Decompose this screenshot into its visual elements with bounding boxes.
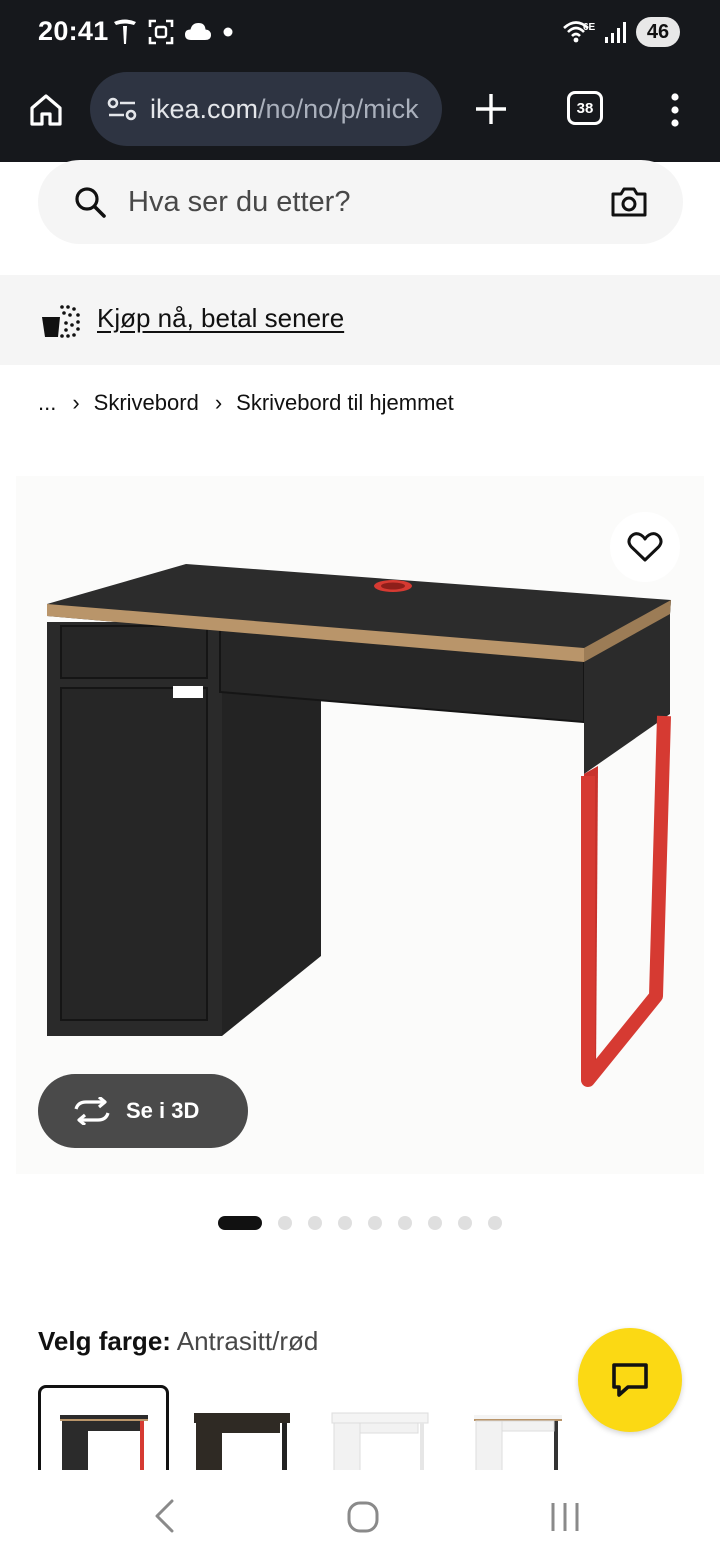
carousel-dot[interactable] — [218, 1216, 262, 1230]
chevron-right-icon: › — [72, 390, 80, 415]
url-domain: ikea.com — [150, 93, 259, 124]
carousel-dot[interactable] — [278, 1216, 292, 1230]
breadcrumb-item-desks[interactable]: Skrivebord — [94, 390, 199, 416]
color-swatch-white[interactable] — [314, 1385, 445, 1470]
search-input[interactable] — [128, 178, 588, 226]
desk-thumbnail-white — [331, 1412, 428, 1470]
url-text: ikea.com/no/no/p/mick — [150, 94, 419, 125]
breadcrumb-item-home-desks[interactable]: Skrivebord til hjemmet — [236, 390, 454, 416]
color-swatch-white-oak[interactable] — [452, 1385, 583, 1470]
carousel-dot[interactable] — [398, 1216, 412, 1230]
shopping-bag-dots-icon — [42, 305, 80, 338]
tab-switcher-button[interactable]: 38 — [567, 91, 603, 125]
color-label-text: Velg farge: — [38, 1326, 171, 1356]
view-in-3d-button[interactable]: Se i 3D — [38, 1074, 248, 1148]
carousel-dot[interactable] — [338, 1216, 352, 1230]
home-button[interactable] — [22, 86, 70, 134]
color-swatch-anthracite-red[interactable] — [38, 1385, 169, 1470]
more-vertical-icon — [671, 93, 679, 127]
color-swatch-list — [38, 1385, 590, 1470]
recent-apps-icon[interactable] — [548, 1500, 582, 1534]
product-image[interactable]: Se i 3D — [16, 476, 704, 1174]
url-bar[interactable]: ikea.com/no/no/p/mick — [90, 72, 442, 146]
carousel-dot[interactable] — [308, 1216, 322, 1230]
status-right-icons: 6E 46 — [562, 17, 680, 47]
rotate-3d-icon — [74, 1097, 110, 1125]
status-bar: 20:41 6E 46 — [0, 0, 720, 66]
favorite-button[interactable] — [610, 512, 680, 582]
plus-icon — [476, 94, 506, 124]
heart-icon — [627, 532, 663, 562]
carousel-dot[interactable] — [458, 1216, 472, 1230]
color-selector-label: Velg farge: Antrasitt/rød — [38, 1326, 318, 1357]
overflow-menu-button[interactable] — [660, 88, 690, 132]
battery-indicator: 46 — [636, 17, 680, 47]
status-left-icons — [112, 18, 234, 46]
image-carousel-dots — [218, 1216, 502, 1230]
carousel-dot[interactable] — [428, 1216, 442, 1230]
carousel-dot[interactable] — [488, 1216, 502, 1230]
breadcrumb-ellipsis[interactable]: ... — [38, 390, 56, 416]
network-type-label: 6E — [583, 22, 596, 33]
back-icon[interactable] — [150, 1498, 180, 1534]
chat-bubble-icon — [612, 1363, 648, 1397]
screenshot-icon — [148, 19, 174, 45]
carousel-dot[interactable] — [368, 1216, 382, 1230]
home-icon — [30, 94, 62, 126]
camera-icon[interactable] — [610, 184, 648, 220]
signal-icon — [605, 22, 626, 43]
site-settings-icon[interactable] — [106, 93, 138, 125]
chevron-right-icon: › — [214, 390, 223, 415]
promo-banner: Kjøp nå, betal senere — [0, 275, 720, 365]
chat-button[interactable] — [578, 1328, 682, 1432]
view-in-3d-label: Se i 3D — [126, 1098, 200, 1123]
search-bar — [38, 160, 683, 244]
desk-thumbnail-white-oak — [473, 1415, 562, 1470]
breadcrumb: ... › Skrivebord › Skrivebord til hjemme… — [38, 390, 454, 416]
wifi-icon: 6E — [563, 21, 596, 43]
cloud-icon — [185, 23, 211, 40]
color-swatch-black-brown[interactable] — [176, 1385, 307, 1470]
tesla-icon — [114, 19, 136, 44]
desk-illustration — [47, 564, 671, 1087]
system-navigation-bar — [0, 1470, 720, 1560]
desk-thumbnail-black-brown — [193, 1413, 290, 1470]
browser-toolbar: ikea.com/no/no/p/mick 38 — [0, 66, 720, 162]
url-path: /no/no/p/mick — [258, 93, 419, 124]
desk-thumbnail-anthracite-red — [59, 1415, 148, 1470]
notification-dot-icon — [223, 27, 233, 37]
color-selected-value: Antrasitt/rød — [176, 1326, 319, 1356]
search-icon[interactable] — [72, 184, 108, 220]
home-circle-icon[interactable] — [346, 1500, 380, 1534]
status-time: 20:41 — [38, 16, 109, 46]
new-tab-button[interactable] — [468, 86, 514, 132]
buy-now-pay-later-link[interactable]: Kjøp nå, betal senere — [97, 303, 344, 334]
